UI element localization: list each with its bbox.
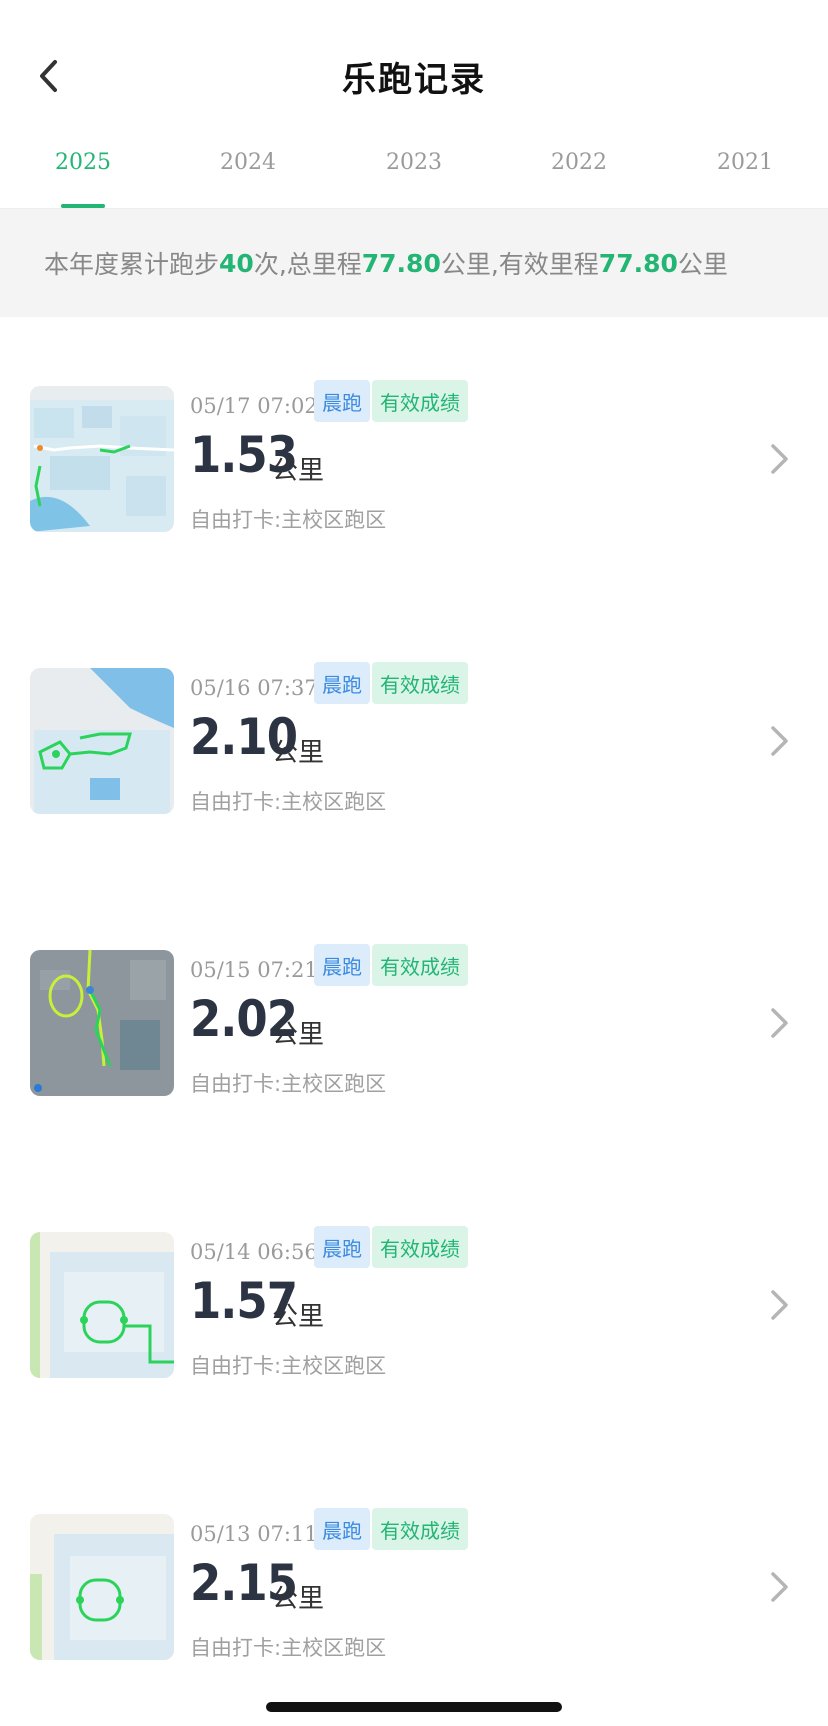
record-location: 自由打卡:主校区跑区: [190, 1354, 387, 1378]
record-item[interactable]: 05/14 06:56 晨跑 有效成绩 1.57 公里 自由打卡:主校区跑区: [0, 1226, 828, 1444]
route-map-thumbnail: [30, 386, 174, 532]
record-time: 05/15 07:21: [190, 958, 318, 982]
header: 乐跑记录: [0, 0, 828, 136]
tab-label: 2025: [55, 150, 111, 175]
record-item[interactable]: 05/17 07:02 晨跑 有效成绩 1.53 公里 自由打卡:主校区跑区: [0, 380, 828, 598]
total-distance: 77.80: [361, 248, 441, 278]
page-title: 乐跑记录: [342, 60, 486, 100]
valid-result-badge: 有效成绩: [372, 662, 468, 704]
chevron-right-icon: [771, 1290, 788, 1320]
record-time: 05/17 07:02: [190, 394, 318, 418]
morning-run-badge: 晨跑: [314, 1508, 370, 1550]
run-records-page: 乐跑记录 2025 2024 2023 2022 2021 本年度累计跑步 40…: [0, 0, 828, 1726]
year-summary: 本年度累计跑步 40 次,总里程 77.80 公里,有效里程 77.80 公里: [0, 209, 828, 317]
morning-run-badge: 晨跑: [314, 1226, 370, 1268]
record-time: 05/16 07:37: [190, 676, 318, 700]
record-item[interactable]: 05/16 07:37 晨跑 有效成绩 2.10 公里 自由打卡:主校区跑区: [0, 662, 828, 880]
summary-total-suffix: 公里,有效里程: [440, 250, 599, 279]
chevron-right-icon: [771, 1008, 788, 1038]
valid-result-badge: 有效成绩: [372, 944, 468, 986]
distance-unit: 公里: [272, 1020, 325, 1050]
tab-2024[interactable]: 2024: [178, 150, 318, 208]
record-location: 自由打卡:主校区跑区: [190, 790, 387, 814]
summary-prefix: 本年度累计跑步: [44, 250, 220, 279]
active-tab-indicator: [61, 204, 105, 208]
year-tabs: 2025 2024 2023 2022 2021: [0, 136, 828, 209]
chevron-right-icon: [771, 726, 788, 756]
chevron-right-icon: [771, 1572, 788, 1602]
tab-label: 2024: [220, 150, 276, 175]
summary-count-suffix: 次,总里程: [253, 250, 362, 279]
route-map-thumbnail: [30, 1232, 174, 1378]
valid-result-badge: 有效成绩: [372, 1226, 468, 1268]
route-map-thumbnail: [30, 668, 174, 814]
tab-2025[interactable]: 2025: [13, 150, 153, 208]
record-item[interactable]: 05/15 07:21 晨跑 有效成绩 2.02 公里 自由打卡:主校区跑区: [0, 944, 828, 1162]
tab-2022[interactable]: 2022: [509, 150, 649, 208]
tab-label: 2021: [717, 150, 773, 175]
valid-result-badge: 有效成绩: [372, 1508, 468, 1550]
morning-run-badge: 晨跑: [314, 380, 370, 422]
valid-distance: 77.80: [598, 248, 678, 278]
record-time: 05/13 07:11: [190, 1522, 318, 1546]
route-map-thumbnail: [30, 950, 174, 1096]
distance-unit: 公里: [272, 1584, 325, 1614]
run-count: 40: [219, 248, 254, 278]
tab-label: 2023: [386, 150, 442, 175]
distance-unit: 公里: [272, 738, 325, 768]
record-location: 自由打卡:主校区跑区: [190, 508, 387, 532]
morning-run-badge: 晨跑: [314, 662, 370, 704]
tab-2023[interactable]: 2023: [344, 150, 484, 208]
distance-unit: 公里: [272, 1302, 325, 1332]
route-map-thumbnail: [30, 1514, 174, 1660]
record-location: 自由打卡:主校区跑区: [190, 1072, 387, 1096]
record-item[interactable]: 05/13 07:11 晨跑 有效成绩 2.15 公里 自由打卡:主校区跑区: [0, 1508, 828, 1694]
tab-label: 2022: [551, 150, 607, 175]
home-indicator[interactable]: [266, 1702, 562, 1712]
distance-unit: 公里: [272, 456, 325, 486]
morning-run-badge: 晨跑: [314, 944, 370, 986]
record-location: 自由打卡:主校区跑区: [190, 1636, 387, 1660]
chevron-right-icon: [771, 444, 788, 474]
valid-result-badge: 有效成绩: [372, 380, 468, 422]
tab-2021[interactable]: 2021: [675, 150, 815, 208]
record-time: 05/14 06:56: [190, 1240, 318, 1264]
summary-valid-suffix: 公里: [677, 250, 728, 279]
